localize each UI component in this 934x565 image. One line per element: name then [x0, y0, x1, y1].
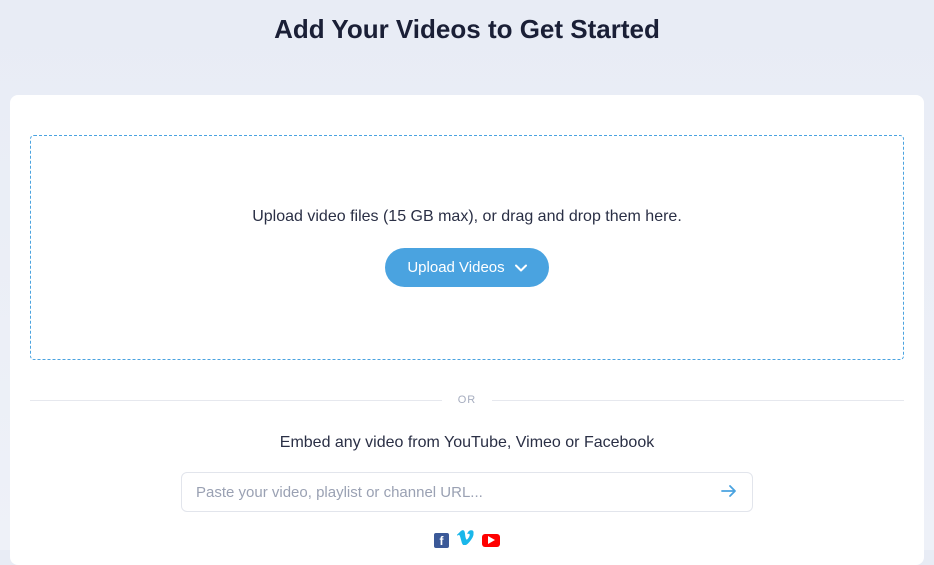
dropzone-instructions: Upload video files (15 GB max), or drag …	[252, 208, 682, 226]
upload-dropzone[interactable]: Upload video files (15 GB max), or drag …	[30, 135, 904, 360]
url-input-row	[181, 472, 753, 512]
provider-icons: f	[30, 530, 904, 550]
divider-line-right	[492, 400, 904, 401]
vimeo-icon	[457, 530, 474, 550]
upload-videos-button[interactable]: Upload Videos	[385, 248, 548, 287]
submit-url-button[interactable]	[711, 472, 747, 512]
divider-label: OR	[442, 394, 493, 406]
upload-button-label: Upload Videos	[407, 259, 504, 276]
youtube-icon	[482, 534, 500, 547]
arrow-right-icon	[720, 484, 738, 501]
facebook-icon: f	[434, 533, 449, 548]
embed-prompt: Embed any video from YouTube, Vimeo or F…	[30, 434, 904, 452]
or-divider: OR	[30, 394, 904, 406]
upload-card: Upload video files (15 GB max), or drag …	[10, 95, 924, 565]
video-url-input[interactable]	[181, 472, 753, 512]
divider-line-left	[30, 400, 442, 401]
chevron-down-icon	[515, 259, 527, 276]
page-title: Add Your Videos to Get Started	[0, 0, 934, 65]
